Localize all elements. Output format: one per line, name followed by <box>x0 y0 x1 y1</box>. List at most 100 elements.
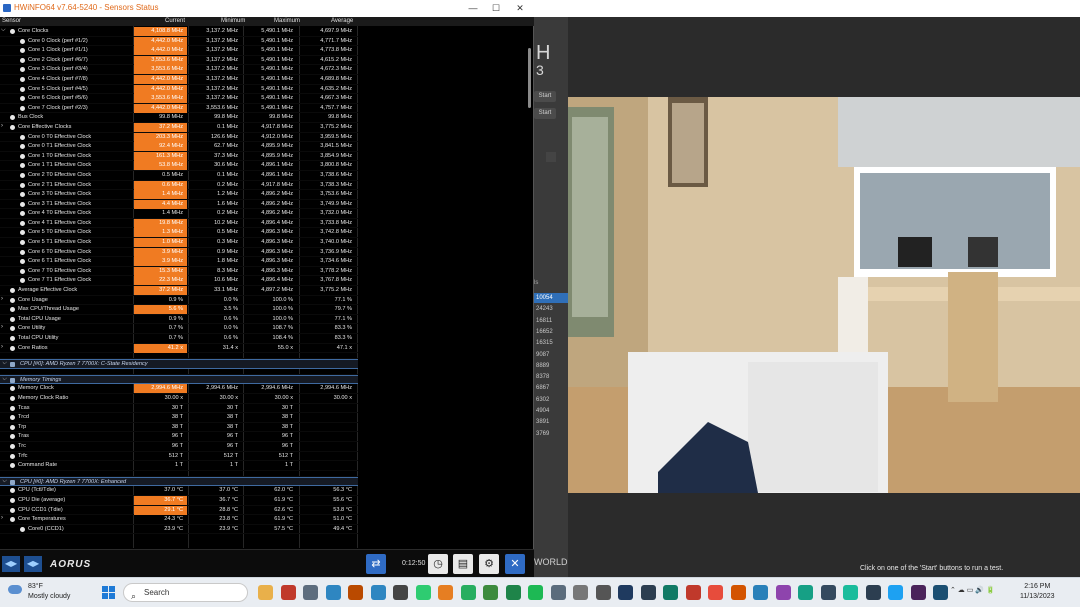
taskbar-app-icon[interactable] <box>370 585 386 600</box>
sensor-row[interactable]: › Core Utility 0.7 % 0.0 % 108.7 % 83.3 % <box>0 324 358 334</box>
sensor-row[interactable]: Memory Clock Ratio 30.00 x 30.00 x 30.00 x 3… <box>0 394 358 404</box>
taskbar-app-icon[interactable] <box>550 585 566 600</box>
taskbar-app-icon[interactable] <box>798 585 813 600</box>
taskbar-app-icon[interactable] <box>415 585 431 600</box>
sensor-group-header[interactable]: ⌵ CPU [#0]: AMD Ryzen 7 7700X: C-State Re… <box>0 359 358 369</box>
sensor-row[interactable]: Core 4 Clock (perf #7/8) 4,442.0 MHz 3,137… <box>0 74 358 85</box>
chevron-right-icon[interactable]: › <box>1 515 3 521</box>
network-icon[interactable]: ⇄ <box>366 554 386 574</box>
sensor-row[interactable]: CPU (Tctl/Tdie) 37.0 °C 37.0 °C 62.0 °C 56.3… <box>0 486 358 496</box>
sensor-group-header[interactable]: ⌵ CPU [#0]: AMD Ryzen 7 7700X: Enhanced <box>0 476 358 487</box>
taskbar-app-icon[interactable] <box>438 585 453 600</box>
scrollbar-thumb[interactable] <box>528 48 531 108</box>
chevron-right-icon[interactable]: › <box>1 296 3 302</box>
sensor-row[interactable]: Core 6 T1 Effective Clock 3.9 MHz 1.8 MHz 4… <box>0 257 358 267</box>
sensor-row[interactable]: Core 7 T1 Effective Clock 22.3 MHz 10.6 MH… <box>0 276 358 287</box>
sensor-row[interactable]: Core 2 T0 Effective Clock 0.5 MHz 0.1 MHz 4… <box>0 171 358 181</box>
taskbar-app-icon[interactable] <box>528 585 543 600</box>
taskbar-app-icon[interactable] <box>933 585 948 600</box>
sensor-row[interactable]: Core 6 Clock (perf #5/6) 3,553.6 MHz 3,137… <box>0 94 358 104</box>
sensor-row[interactable]: Trc 96 T 96 T 96 T <box>0 442 358 452</box>
sensor-row[interactable]: CPU CCD1 (Tdie) 29.1 °C 28.8 °C 62.6 °C 53.8… <box>0 505 358 516</box>
sensor-row[interactable]: Bus Clock 99.8 MHz 99.8 MHz 99.8 MHz 99.8 MH… <box>0 113 358 123</box>
sensor-row[interactable]: CPU Die (average) 36.7 °C 36.7 °C 61.9 °C 55… <box>0 495 358 506</box>
system-tray[interactable]: ⌃ ☁ ▭ 🔊 🔋 <box>950 586 995 594</box>
sensor-row[interactable]: Trcd 38 T 38 T 38 T <box>0 413 358 423</box>
sensor-row[interactable]: › Core Effective Clocks 37.2 MHz 0.1 MHz 4,9… <box>0 122 358 133</box>
start-button-1[interactable]: Start <box>534 91 556 102</box>
col-maximum[interactable]: Maximum <box>274 18 300 24</box>
taskbar-app-icon[interactable] <box>888 585 903 600</box>
sensor-row[interactable]: Trfc 512 T 512 T 512 T <box>0 452 358 462</box>
sensor-row[interactable]: Core 0 T1 Effective Clock 92.4 MHz 62.7 MH… <box>0 142 358 152</box>
sensor-row[interactable]: › Core Usage 0.9 % 0.0 % 100.0 % 77.1 % <box>0 296 358 306</box>
sensor-row[interactable]: Average Effective Clock 37.2 MHz 33.1 MHz 4… <box>0 286 358 296</box>
sensor-row[interactable]: Max CPU/Thread Usage 5.6 % 3.5 % 100.0 % 79.… <box>0 305 358 315</box>
col-sensor[interactable]: Sensor <box>2 18 21 24</box>
sensor-row[interactable]: Core 3 Clock (perf #3/4) 3,553.6 MHz 3,137… <box>0 65 358 75</box>
taskbar-app-icon[interactable] <box>348 585 363 600</box>
chevron-right-icon[interactable]: › <box>1 324 3 330</box>
sensor-row[interactable]: Core 5 T1 Effective Clock 1.0 MHz 0.3 MHz 4… <box>0 238 358 248</box>
sensor-row[interactable]: Core 0 T0 Effective Clock 203.3 MHz 126.6 … <box>0 132 358 143</box>
taskbar-app-icon[interactable] <box>753 585 768 600</box>
col-average[interactable]: Average <box>331 18 353 24</box>
dropdown-control[interactable] <box>546 152 556 162</box>
weather-widget[interactable]: 83°F Mostly cloudy <box>8 582 70 602</box>
taskbar-app-icon[interactable] <box>325 585 341 600</box>
sensor-row[interactable]: Core 1 Clock (perf #1/1) 4,442.0 MHz 3,137… <box>0 46 358 56</box>
nav-right-arrows-icon[interactable]: ◀▶ <box>24 556 42 572</box>
sensor-row[interactable]: › Core Ratios 41.2 x 31.4 x 55.0 x 47.1 x <box>0 343 358 354</box>
sensor-row[interactable]: Total CPU Utility 0.7 % 0.6 % 108.4 % 83.3 % <box>0 334 358 344</box>
taskbar-app-icon[interactable] <box>865 585 881 600</box>
sensor-row[interactable]: Core 3 T1 Effective Clock 4.4 MHz 1.6 MHz 4… <box>0 199 358 210</box>
sensor-row[interactable]: Core 6 T0 Effective Clock 3.9 MHz 0.9 MHz 4… <box>0 247 358 258</box>
taskbar-app-icon[interactable] <box>483 585 498 600</box>
sensor-row[interactable]: Core 5 Clock (perf #4/5) 4,442.0 MHz 3,137… <box>0 84 358 95</box>
sensor-row[interactable]: Core 7 Clock (perf #2/3) 4,442.0 MHz 3,553… <box>0 103 358 114</box>
sensor-row[interactable]: Core 4 T0 Effective Clock 1.4 MHz 0.2 MHz 4… <box>0 209 358 219</box>
taskbar-app-icon[interactable] <box>280 585 296 600</box>
taskbar-app-icon[interactable] <box>775 585 791 600</box>
taskbar-app-icon[interactable] <box>618 585 633 600</box>
close-button[interactable]: ✕ <box>509 2 531 15</box>
taskbar-app-icon[interactable] <box>910 585 926 600</box>
sensor-row[interactable]: Memory Clock 2,994.6 MHz 2,994.6 MHz 2,994.… <box>0 384 358 394</box>
chevron-right-icon[interactable]: › <box>1 344 3 350</box>
sensor-row[interactable]: Core 2 Clock (perf #6/7) 3,553.6 MHz 3,137… <box>0 55 358 66</box>
sensor-row[interactable]: Core 4 T1 Effective Clock 19.8 MHz 10.2 MH… <box>0 218 358 229</box>
taskbar-app-icon[interactable] <box>258 585 273 600</box>
sensor-group-header[interactable]: ⌵ Memory Timings <box>0 374 358 385</box>
report-icon[interactable]: ▤ <box>453 554 473 574</box>
sensor-row[interactable]: Core 5 T0 Effective Clock 1.3 MHz 0.5 MHz 4… <box>0 228 358 239</box>
taskbar-app-icon[interactable] <box>663 585 678 600</box>
sensor-row[interactable]: Total CPU Usage 0.9 % 0.6 % 100.0 % 77.1 % <box>0 315 358 325</box>
taskbar-app-icon[interactable] <box>595 585 611 600</box>
taskbar-app-icon[interactable] <box>573 585 588 600</box>
sensor-row[interactable]: Core 2 T1 Effective Clock 0.6 MHz 0.2 MHz 4… <box>0 180 358 191</box>
clock-icon[interactable]: ◷ <box>428 554 448 574</box>
taskbar-clock[interactable]: 2:16 PM 11/13/2023 <box>1020 582 1055 602</box>
sensor-row[interactable]: Core0 (CCD1) 23.9 °C 23.9 °C 57.5 °C 49.4 °C <box>0 525 358 535</box>
sensor-row[interactable]: Tras 96 T 96 T 96 T <box>0 432 358 442</box>
taskbar-app-icon[interactable] <box>303 585 318 600</box>
sensor-row[interactable]: Command Rate 1 T 1 T 1 T <box>0 461 358 471</box>
taskbar-app-icon[interactable] <box>460 585 476 600</box>
taskbar-app-icon[interactable] <box>843 585 858 600</box>
sensor-row[interactable]: Core 0 Clock (perf #1/2) 4,442.0 MHz 3,137… <box>0 36 358 47</box>
taskbar-app-icon[interactable] <box>505 585 521 600</box>
chevron-down-icon[interactable]: ⌵ <box>1 27 6 34</box>
sensor-row[interactable]: Core 3 T0 Effective Clock 1.4 MHz 1.2 MHz 4… <box>0 190 358 200</box>
nav-left-arrows-icon[interactable]: ◀▶ <box>2 556 20 572</box>
chevron-down-icon[interactable]: ⌵ <box>2 478 7 485</box>
taskbar-app-icon[interactable] <box>393 585 408 600</box>
sensor-row[interactable]: › Core Temperatures 24.3 °C 23.8 °C 61.9 °C 5… <box>0 515 358 525</box>
taskbar-app-icon[interactable] <box>708 585 723 600</box>
taskbar-app-icon[interactable] <box>820 585 836 600</box>
sensor-row[interactable]: Core 1 T1 Effective Clock 53.8 MHz 30.6 MH… <box>0 161 358 171</box>
sensor-row[interactable]: Core 7 T0 Effective Clock 15.3 MHz 8.3 MHz… <box>0 266 358 277</box>
taskbar-app-icon[interactable] <box>730 585 746 600</box>
chevron-down-icon[interactable]: ⌵ <box>2 360 7 367</box>
settings-gear-icon[interactable]: ⚙ <box>479 554 499 574</box>
taskbar-app-icon[interactable] <box>640 585 656 600</box>
